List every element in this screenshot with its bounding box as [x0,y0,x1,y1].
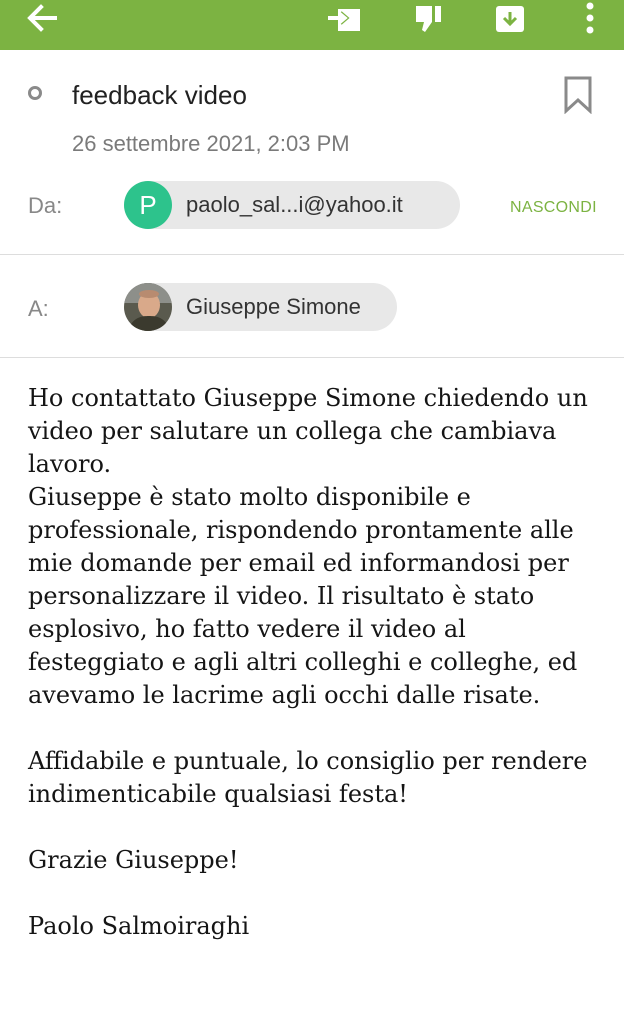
recipient-chip[interactable]: Giuseppe Simone [124,283,397,331]
divider [0,357,624,358]
subject-row: feedback video [0,70,624,120]
body-paragraph: Ho contattato Giuseppe Simone chiedendo … [28,384,588,478]
top-toolbar [0,0,624,50]
read-status-icon[interactable] [28,86,42,100]
email-subject: feedback video [72,80,247,110]
more-options-icon[interactable] [578,0,602,36]
email-date: 26 settembre 2021, 2:03 PM [72,131,350,156]
sender-address: paolo_sal...i@yahoo.it [186,192,403,217]
archive-icon[interactable] [490,0,530,36]
bookmark-icon[interactable] [563,76,593,119]
sender-avatar: P [124,181,172,229]
from-label: Da: [28,193,63,218]
sender-chip[interactable]: P paolo_sal...i@yahoo.it [124,181,460,229]
divider [0,254,624,255]
recipient-avatar [124,283,172,331]
thumbs-down-icon[interactable] [408,0,448,36]
body-paragraph: Giuseppe è stato molto disponibile e pro… [28,483,578,709]
hide-details-button[interactable]: NASCONDI [510,199,597,217]
body-paragraph: Affidabile e puntuale, lo consiglio per … [28,747,588,808]
body-signature: Paolo Salmoiraghi [28,912,250,940]
move-to-folder-icon[interactable] [324,0,364,36]
back-arrow-icon[interactable] [22,0,62,36]
recipient-name: Giuseppe Simone [186,294,361,319]
body-paragraph: Grazie Giuseppe! [28,846,239,874]
email-body: Ho contattato Giuseppe Simone chiedendo … [28,382,608,943]
to-label: A: [28,296,49,321]
